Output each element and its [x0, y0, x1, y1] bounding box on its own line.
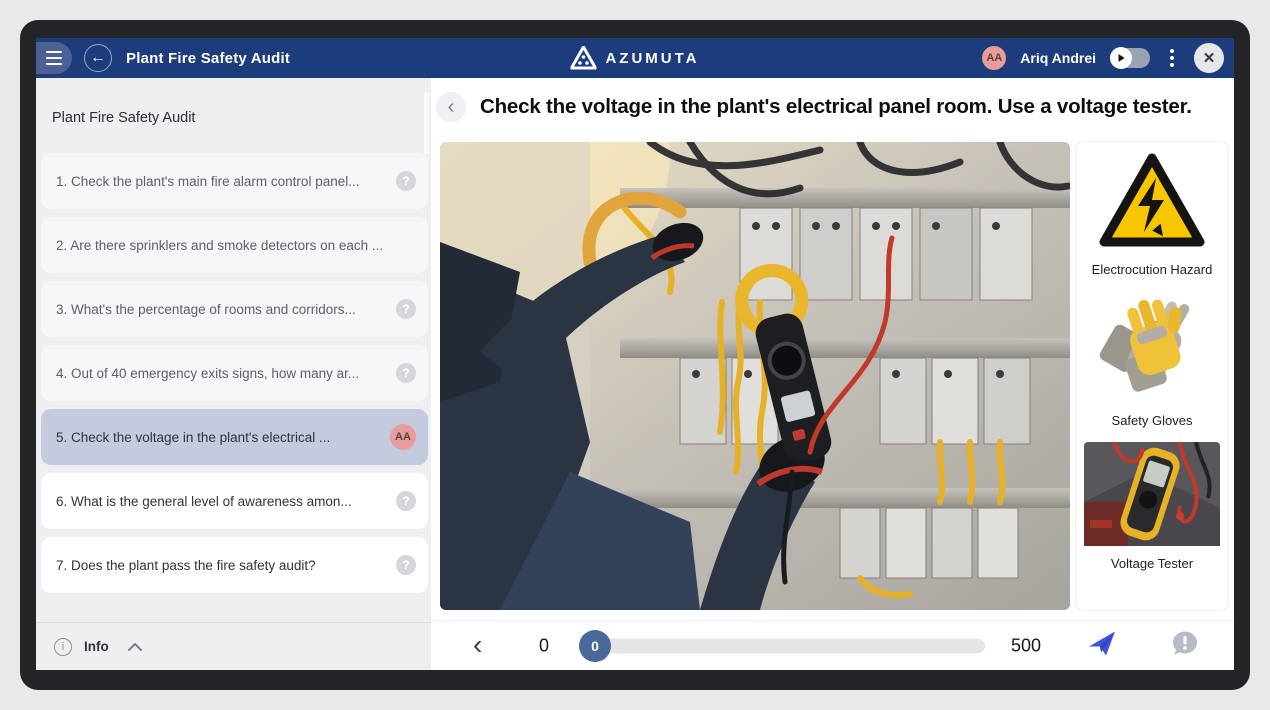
- azumuta-logo-icon: [570, 46, 596, 70]
- sidebar-item-question-2[interactable]: 2. Are there sprinklers and smoke detect…: [41, 217, 428, 273]
- attachment-caption: Electrocution Hazard: [1092, 262, 1213, 277]
- attachments-panel: Electrocution Hazard: [1076, 142, 1228, 610]
- voltage-slider-handle[interactable]: 0: [579, 630, 611, 662]
- app-window: ← Plant Fire Safety Audit AZUMUTA AA Ari…: [20, 20, 1250, 690]
- info-label: Info: [84, 639, 109, 654]
- report-issue-button[interactable]: [1171, 630, 1199, 661]
- back-button[interactable]: ←: [84, 44, 112, 72]
- close-icon: ✕: [1203, 49, 1216, 67]
- brand-logo: AZUMUTA: [570, 38, 699, 78]
- question-label: 6. What is the general level of awarenes…: [56, 494, 352, 509]
- sidebar-scrollbar[interactable]: [424, 92, 429, 154]
- voltage-tester-illustration: [1084, 442, 1220, 546]
- chevron-left-icon: ‹: [448, 96, 455, 119]
- chevron-left-icon: ‹: [473, 628, 482, 659]
- user-name: Ariq Andrei: [1020, 50, 1096, 66]
- attachment-safety-gloves: Safety Gloves: [1092, 291, 1212, 434]
- question-list: 1. Check the plant's main fire alarm con…: [36, 153, 431, 601]
- slider-min-label: 0: [539, 635, 549, 656]
- main-panel: ‹ Check the voltage in the plant's elect…: [431, 78, 1234, 670]
- sidebar-item-question-7[interactable]: 7. Does the plant pass the fire safety a…: [41, 537, 428, 593]
- safety-gloves-image[interactable]: [1092, 291, 1212, 403]
- electrician-photo-illustration: [440, 142, 1070, 610]
- question-label: 7. Does the plant pass the fire safety a…: [56, 558, 316, 573]
- back-arrow-icon: ←: [90, 49, 106, 67]
- question-label: 3. What's the percentage of rooms and co…: [56, 302, 356, 317]
- question-status-badge: ?: [396, 363, 416, 383]
- info-icon: i: [54, 638, 72, 656]
- sidebar-item-question-6[interactable]: 6. What is the general level of awarenes…: [41, 473, 428, 529]
- attachment-electrocution-hazard: Electrocution Hazard: [1092, 150, 1213, 283]
- sidebar-item-question-3[interactable]: 3. What's the percentage of rooms and co…: [41, 281, 428, 337]
- question-status-badge: ?: [396, 299, 416, 319]
- question-label: 5. Check the voltage in the plant's elec…: [56, 430, 330, 445]
- exclamation-bubble-icon: [1171, 630, 1199, 656]
- chevron-up-icon: [127, 642, 143, 652]
- question-label: 2. Are there sprinklers and smoke detect…: [56, 238, 383, 253]
- attachment-caption: Safety Gloves: [1112, 413, 1193, 428]
- question-back-button[interactable]: ‹: [436, 92, 466, 122]
- question-label: 1. Check the plant's main fire alarm con…: [56, 174, 359, 189]
- question-photo[interactable]: [440, 142, 1070, 610]
- audit-title: Plant Fire Safety Audit: [52, 110, 195, 126]
- assignee-avatar-badge: AA: [390, 424, 416, 450]
- voltage-tester-image[interactable]: [1084, 442, 1220, 546]
- question-title: Check the voltage in the plant's electri…: [480, 95, 1192, 119]
- toggle-knob: [1110, 47, 1132, 69]
- sidebar-item-question-5[interactable]: 5. Check the voltage in the plant's elec…: [41, 409, 428, 465]
- user-avatar[interactable]: AA: [982, 46, 1006, 70]
- kebab-icon: [1170, 49, 1174, 53]
- collapse-answer-button[interactable]: ‹: [473, 630, 482, 658]
- attachment-caption: Voltage Tester: [1111, 556, 1193, 571]
- attachment-voltage-tester: Voltage Tester: [1084, 442, 1220, 577]
- hamburger-icon: [46, 51, 62, 53]
- info-bar[interactable]: i Info: [36, 622, 431, 670]
- question-sidebar: Plant Fire Safety Audit 1. Check the pla…: [36, 78, 431, 670]
- send-icon: [1087, 630, 1117, 656]
- voltage-slider-track[interactable]: [595, 638, 985, 653]
- sidebar-item-question-1[interactable]: 1. Check the plant's main fire alarm con…: [41, 153, 428, 209]
- question-header: ‹ Check the voltage in the plant's elect…: [431, 78, 1234, 136]
- submit-answer-button[interactable]: [1087, 630, 1117, 661]
- question-status-badge: ?: [396, 555, 416, 575]
- warning-triangle-icon: [1096, 150, 1208, 252]
- question-status-badge: ?: [396, 171, 416, 191]
- overflow-menu-button[interactable]: [1164, 45, 1180, 71]
- electrocution-hazard-image[interactable]: [1096, 150, 1208, 252]
- close-button[interactable]: ✕: [1194, 43, 1224, 73]
- slider-max-label: 500: [1011, 635, 1041, 656]
- answer-bar: ‹ 0 0 500: [431, 620, 1234, 670]
- gloves-illustration: [1092, 291, 1212, 403]
- navbar-title: Plant Fire Safety Audit: [126, 50, 290, 67]
- question-status-badge: ?: [396, 491, 416, 511]
- sidebar-item-question-4[interactable]: 4. Out of 40 emergency exits signs, how …: [41, 345, 428, 401]
- brand-name: AZUMUTA: [605, 50, 699, 67]
- top-navbar: ← Plant Fire Safety Audit AZUMUTA AA Ari…: [36, 38, 1234, 78]
- menu-button[interactable]: [36, 42, 72, 74]
- mode-toggle[interactable]: [1110, 48, 1150, 68]
- play-icon: [1116, 53, 1126, 63]
- question-label: 4. Out of 40 emergency exits signs, how …: [56, 366, 359, 381]
